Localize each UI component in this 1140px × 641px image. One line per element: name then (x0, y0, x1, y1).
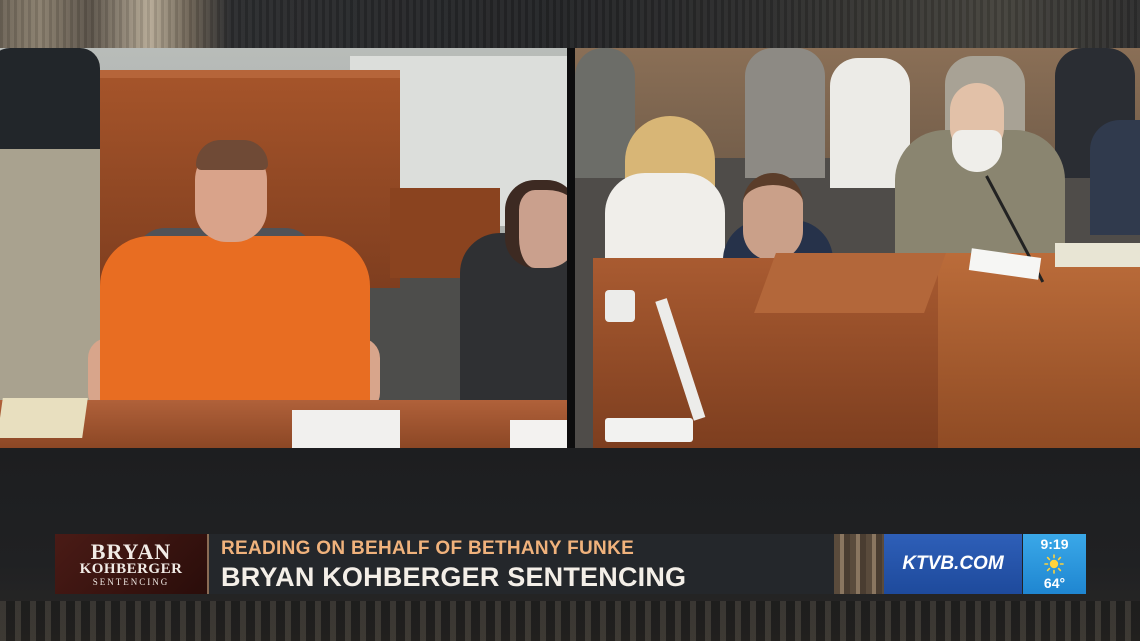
temperature: 64° (1043, 575, 1066, 591)
station-brand: KTVB.COM (884, 534, 1022, 594)
show-logo-line3: SENTENCING (92, 576, 170, 587)
video-feed-right (575, 48, 1140, 448)
clock-time: 9:19 (1040, 536, 1069, 552)
woman-navy-blazer-head (743, 173, 803, 261)
headline: BRYAN KOHBERGER SENTENCING (221, 562, 687, 592)
papers (292, 410, 400, 448)
subheadline: READING ON BEHALF OF BETHANY FUNKE (221, 538, 635, 559)
defendant-hair (196, 140, 268, 170)
papers (1055, 243, 1140, 267)
show-logo: BRYAN KOHBERGER SENTENCING (55, 534, 209, 594)
time-weather-box: 9:19 64° (1023, 534, 1086, 594)
lower-third-text: READING ON BEHALF OF BETHANY FUNKE BRYAN… (209, 534, 834, 594)
spectator (745, 48, 825, 178)
man-right-edge (1090, 120, 1140, 235)
split-screen-divider (567, 48, 575, 448)
show-logo-line2: KOHBERGER (79, 560, 183, 577)
sun-icon (1044, 554, 1064, 574)
courthouse-pillars-graphic (834, 534, 884, 594)
court-officer (0, 48, 100, 408)
show-logo-line1: BRYAN (90, 538, 172, 564)
notepad (0, 398, 88, 438)
podium-top (754, 253, 946, 313)
station-brand-text: KTVB.COM (902, 553, 1004, 574)
defense-attorney-head (505, 180, 567, 268)
video-feed-left (0, 48, 567, 448)
document-camera (605, 290, 706, 448)
defendant-orange-jumpsuit (100, 236, 370, 416)
top-texture-banner (0, 0, 1140, 48)
counsel-table (935, 253, 1140, 448)
papers-right (510, 420, 567, 448)
